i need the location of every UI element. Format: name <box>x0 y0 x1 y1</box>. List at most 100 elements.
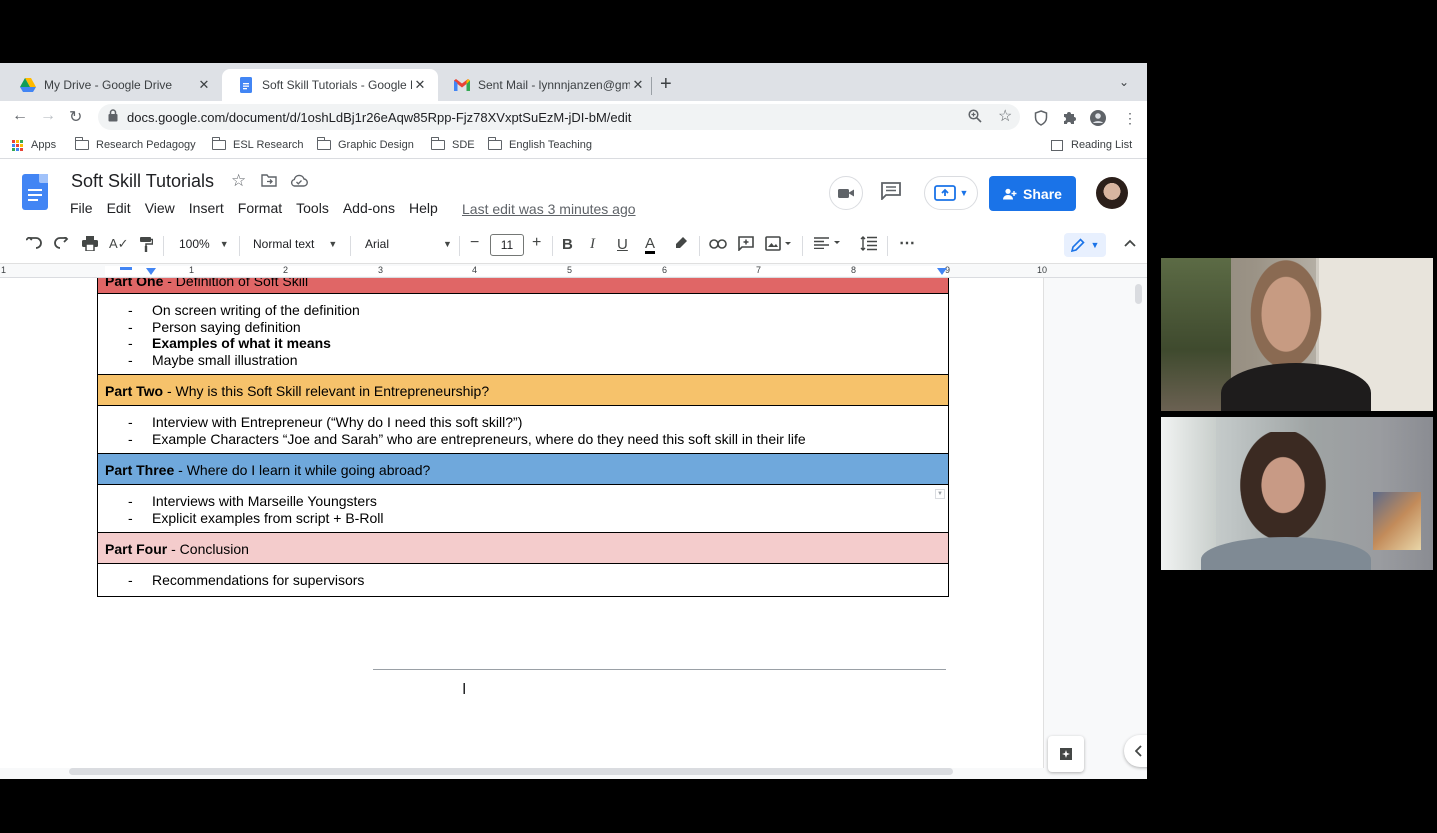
insert-link-icon[interactable] <box>709 236 727 252</box>
docs-home-icon[interactable] <box>22 174 48 210</box>
line-spacing-icon[interactable] <box>860 236 878 254</box>
redo-icon[interactable] <box>54 235 70 252</box>
section-header-part-three[interactable]: Part Three - Where do I learn it while g… <box>98 454 948 485</box>
toolbar-separator <box>163 236 164 256</box>
list-item: - Interview with Entrepreneur (“Why do I … <box>128 414 523 430</box>
spellcheck-icon[interactable]: A✓ <box>109 236 129 252</box>
bookmark-sde[interactable]: SDE <box>430 137 475 151</box>
align-left-icon[interactable] <box>814 236 842 252</box>
forward-icon[interactable]: → <box>40 107 56 125</box>
menu-add-ons[interactable]: Add-ons <box>343 200 395 216</box>
tab-soft-skill-tutorials[interactable]: Soft Skill Tutorials - Google Do ✕ <box>222 69 438 101</box>
menu-tools[interactable]: Tools <box>296 200 329 216</box>
explore-button[interactable] <box>1048 736 1084 772</box>
first-line-indent-marker[interactable] <box>120 267 132 270</box>
meet-icon[interactable] <box>829 176 863 210</box>
bookmark-research-pedagogy[interactable]: Research Pedagogy <box>74 137 196 151</box>
url-text[interactable]: docs.google.com/document/d/1oshLdBj1r26e… <box>127 110 631 125</box>
bookmark-apps[interactable]: Apps <box>12 139 56 151</box>
tab-my-drive[interactable]: My Drive - Google Drive ✕ <box>4 69 222 101</box>
bookmark-english-teaching[interactable]: English Teaching <box>487 137 592 151</box>
highlight-color-icon[interactable] <box>674 236 688 254</box>
back-icon[interactable]: ← <box>12 107 28 125</box>
section-header-part-one[interactable]: Part One - Definition of Soft Skill <box>98 278 948 294</box>
extension-shield-icon[interactable] <box>1034 110 1048 129</box>
section-header-part-two[interactable]: Part Two - Why is this Soft Skill releva… <box>98 375 948 406</box>
outline-table[interactable]: Part One - Definition of Soft Skill - On … <box>97 278 949 597</box>
lock-icon[interactable] <box>108 109 118 127</box>
tab-sent-mail[interactable]: Sent Mail - lynnnjanzen@gmail ✕ <box>438 69 656 101</box>
painting-background <box>1373 492 1421 550</box>
present-button[interactable]: ▼ <box>924 176 978 210</box>
reload-icon[interactable]: ↻ <box>69 107 82 127</box>
italic-button[interactable]: I <box>590 236 595 253</box>
avatar[interactable] <box>1096 177 1128 209</box>
decrease-font-size-button[interactable]: − <box>470 234 479 252</box>
list-item-text: Interviews with Marseille Youngsters <box>152 493 377 509</box>
document-canvas[interactable]: Part One - Definition of Soft Skill - On … <box>0 278 1147 779</box>
formatting-toolbar: A✓ 100% ▼ Normal text ▼ Arial ▼ − 11 + B I <box>0 226 1147 264</box>
section-body-part-two[interactable]: - Interview with Entrepreneur (“Why do I … <box>98 406 948 454</box>
last-edit-link[interactable]: Last edit was 3 minutes ago <box>462 201 636 217</box>
font-size-input[interactable]: 11 <box>490 234 524 256</box>
profile-icon[interactable] <box>1090 110 1106 129</box>
paint-format-icon[interactable] <box>139 236 154 255</box>
bookmark-graphic-design[interactable]: Graphic Design <box>316 137 414 151</box>
menu-file[interactable]: File <box>70 200 93 216</box>
menu-insert[interactable]: Insert <box>189 200 224 216</box>
underline-button[interactable]: U <box>617 236 628 253</box>
document-title[interactable]: Soft Skill Tutorials <box>71 171 214 192</box>
folder-icon <box>316 137 331 150</box>
cloud-saved-icon[interactable] <box>290 174 308 191</box>
section-body-part-four[interactable]: - Recommendations for supervisors <box>98 564 948 596</box>
reading-list-label: Reading List <box>1071 139 1133 151</box>
extensions-puzzle-icon[interactable] <box>1062 110 1077 128</box>
menu-edit[interactable]: Edit <box>107 200 131 216</box>
close-icon[interactable]: ✕ <box>196 77 212 93</box>
more-vert-icon[interactable]: ⋮ <box>1123 110 1137 127</box>
reading-list[interactable]: Reading List <box>1051 139 1132 151</box>
section-header-part-four[interactable]: Part Four - Conclusion <box>98 533 948 564</box>
new-tab-button[interactable]: + <box>660 73 672 96</box>
bookmark-star-icon[interactable]: ☆ <box>998 106 1012 126</box>
chevron-down-icon[interactable]: ▼ <box>960 188 969 198</box>
insert-image-icon[interactable] <box>765 236 791 254</box>
comment-history-icon[interactable] <box>881 182 901 205</box>
editing-mode-button[interactable]: ▼ <box>1064 233 1106 257</box>
close-icon[interactable]: ✕ <box>630 77 646 93</box>
font-family-select[interactable]: Arial ▼ <box>365 237 452 251</box>
document-page[interactable]: Part One - Definition of Soft Skill - On … <box>0 278 1044 768</box>
menu-view[interactable]: View <box>145 200 175 216</box>
bold-button[interactable]: B <box>562 236 573 253</box>
right-indent-marker[interactable] <box>937 268 947 275</box>
text-color-button[interactable]: A <box>645 236 656 254</box>
increase-font-size-button[interactable]: + <box>532 234 541 252</box>
ruler[interactable]: 1 1 2 3 4 5 6 7 8 9 10 <box>0 264 1147 278</box>
bookmark-esl-research[interactable]: ESL Research <box>211 137 304 151</box>
more-icon[interactable]: ⋯ <box>899 233 915 253</box>
horizontal-scrollbar[interactable] <box>69 768 953 775</box>
section-body-part-one[interactable]: - On screen writing of the definition - Pe… <box>98 294 948 375</box>
move-folder-icon[interactable] <box>261 174 277 191</box>
close-icon[interactable]: ✕ <box>412 77 428 93</box>
paragraph-style-select[interactable]: Normal text ▼ <box>253 237 337 251</box>
menu-help[interactable]: Help <box>409 200 438 216</box>
undo-icon[interactable] <box>25 235 42 252</box>
add-comment-icon[interactable] <box>738 236 754 254</box>
zoom-select[interactable]: 100% ▼ <box>179 237 229 251</box>
zoom-icon[interactable] <box>968 109 982 126</box>
cell-menu-icon[interactable]: ▼ <box>935 489 945 499</box>
print-icon[interactable] <box>82 236 98 254</box>
folder-icon <box>74 137 89 150</box>
toolbar-separator <box>350 236 351 256</box>
left-indent-marker[interactable] <box>146 268 156 275</box>
collapse-menus-icon[interactable] <box>1124 235 1136 250</box>
share-button[interactable]: Share <box>989 176 1076 211</box>
star-icon[interactable]: ☆ <box>231 171 246 191</box>
section-body-part-three[interactable]: - Interviews with Marseille Youngsters -E… <box>98 485 948 533</box>
menu-format[interactable]: Format <box>238 200 282 216</box>
tab-search-icon[interactable]: ⌄ <box>1119 75 1129 89</box>
vertical-scrollbar[interactable] <box>1135 284 1142 304</box>
address-bar[interactable]: docs.google.com/document/d/1oshLdBj1r26e… <box>98 104 1020 130</box>
section-subtitle: - Where do I learn it while going abroad… <box>174 462 431 478</box>
